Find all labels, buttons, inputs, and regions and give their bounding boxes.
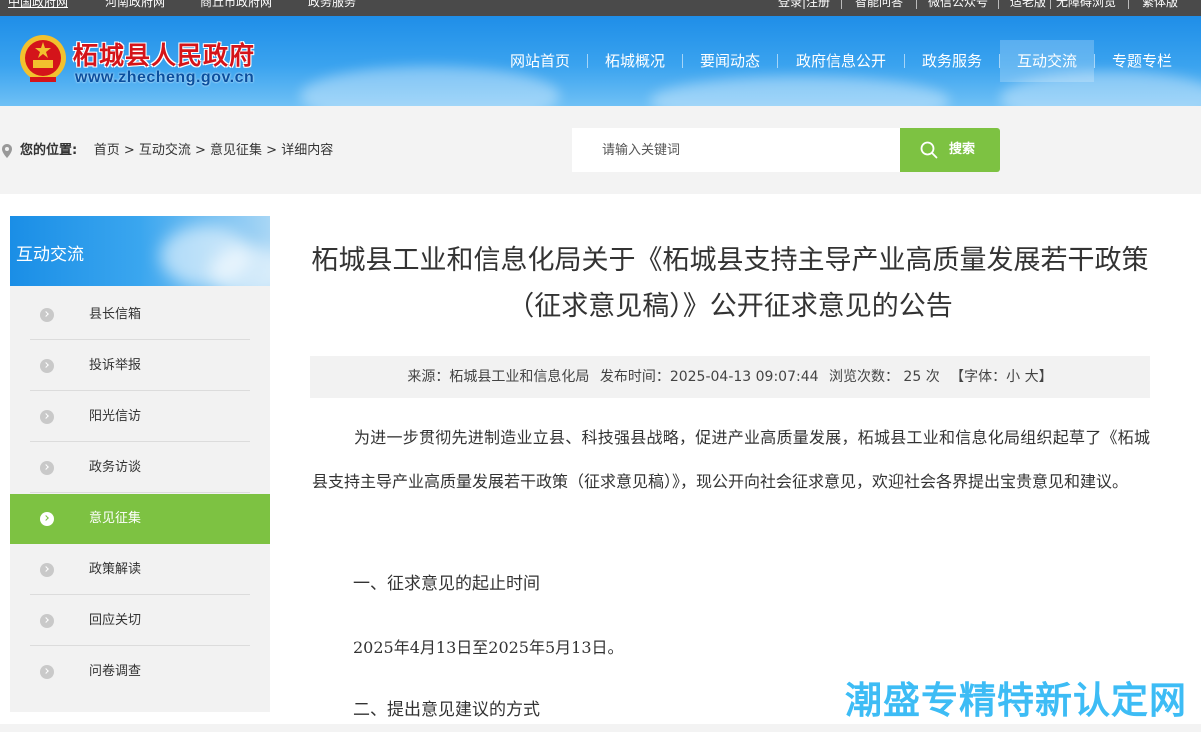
topbar-link-wechat[interactable]: 微信公众号 (928, 0, 988, 10)
site-name[interactable]: 柘城县人民政府 (73, 36, 255, 72)
topbar-divider (998, 0, 999, 9)
divider (30, 441, 250, 442)
nav-item-topics[interactable]: 专题专栏 (1102, 40, 1182, 82)
nav-divider (1094, 54, 1095, 68)
topbar-link-qa[interactable]: 智能问答 (855, 0, 903, 10)
article-section-heading: 二、提出意见建议的方式 (353, 700, 540, 720)
nav-divider (904, 54, 905, 68)
sidebar-item-response[interactable]: 回应关切 (10, 596, 270, 646)
breadcrumb-path[interactable]: 首页 > 互动交流 > 意见征集 > 详细内容 (94, 143, 333, 158)
chevron-right-icon (40, 308, 54, 322)
search-input[interactable] (572, 128, 900, 172)
divider (30, 339, 250, 340)
sidebar-item-opinion-collection[interactable]: 意见征集 (10, 494, 270, 544)
nav-divider (682, 54, 683, 68)
nav-divider (777, 54, 778, 68)
article-view-count: 浏览次数： 25 次 (828, 369, 940, 385)
sidebar-item-label: 意见征集 (89, 511, 142, 526)
nav-divider (587, 54, 588, 68)
sidebar-item-label: 阳光信访 (89, 409, 142, 424)
article-paragraph: 为进一步贯彻先进制造业立县、科技强县战略，促进产业高质量发展，柘城县工业和信息化… (312, 428, 1150, 491)
divider (30, 594, 250, 595)
location-pin-icon (2, 144, 12, 158)
sidebar-item-survey[interactable]: 问卷调查 (10, 647, 270, 697)
breadcrumb-bar: 您的位置: 首页 > 互动交流 > 意见征集 > 详细内容 搜索 (0, 106, 1201, 194)
topbar-link-accessible[interactable]: 无障碍浏览 (1056, 0, 1116, 10)
topbar-link-service[interactable]: 政务服务 (308, 0, 356, 10)
sidebar-item-label: 政务访谈 (89, 460, 142, 475)
sidebar-item-label: 县长信箱 (89, 307, 142, 322)
search-button-label: 搜索 (949, 142, 976, 157)
article-title: 柘城县工业和信息化局关于《柘城县支持主导产业高质量发展若干政策（征求意见稿）》公… (311, 245, 1149, 322)
chevron-right-icon (40, 359, 54, 373)
sidebar-item-label: 回应关切 (89, 613, 142, 628)
breadcrumb: 您的位置: 首页 > 互动交流 > 意见征集 > 详细内容 (20, 142, 333, 160)
topbar-divider (1128, 0, 1129, 9)
topbar-divider (841, 0, 842, 9)
nav-item-news[interactable]: 要闻动态 (690, 40, 770, 82)
divider (30, 492, 250, 493)
chevron-right-icon (40, 512, 54, 526)
sidebar-item-interview[interactable]: 政务访谈 (10, 443, 270, 493)
topbar-link-gov-cn[interactable]: 中国政府网 (8, 0, 68, 10)
sidebar-item-policy-interpretation[interactable]: 政策解读 (10, 545, 270, 595)
nav-item-overview[interactable]: 柘城概况 (595, 40, 675, 82)
sidebar-menu: 县长信箱 投诉举报 阳光信访 政务访谈 意见征集 政策解读 回应关切 问卷调查 (10, 286, 270, 712)
watermark: 潮盛专精特新认定网 (845, 679, 1187, 722)
topbar-link-elder[interactable]: 适老版 (1010, 0, 1046, 10)
sidebar-item-mayor-mailbox[interactable]: 县长信箱 (10, 290, 270, 340)
chevron-right-icon (40, 410, 54, 424)
article-publish-time: 发布时间：2025-04-13 09:07:44 (599, 369, 819, 385)
topbar-divider (916, 0, 917, 9)
sidebar-title: 互动交流 (16, 245, 84, 265)
nav-item-home[interactable]: 网站首页 (500, 40, 580, 82)
search-icon (920, 141, 938, 159)
sidebar-header: 互动交流 (10, 216, 270, 286)
main-content: 互动交流 县长信箱 投诉举报 阳光信访 政务访谈 意见征集 政策解读 回应关切 … (0, 194, 1201, 724)
nav-item-gov-service[interactable]: 政务服务 (912, 40, 992, 82)
font-size-toggle[interactable]: 【字体：小 大】 (950, 369, 1052, 385)
chevron-right-icon (40, 461, 54, 475)
topbar-divider (1050, 0, 1051, 9)
search-button[interactable]: 搜索 (900, 128, 1000, 172)
article-meta: 来源：柘城县工业和信息化局 发布时间：2025-04-13 09:07:44 浏… (310, 356, 1150, 398)
chevron-right-icon (40, 665, 54, 679)
site-url: www.zhecheng.gov.cn (75, 69, 255, 86)
article-paragraph: 2025年4月13日至2025年5月13日。 (353, 638, 624, 657)
sidebar-item-label: 问卷调查 (89, 664, 142, 679)
topbar-link-henan[interactable]: 河南政府网 (105, 0, 165, 10)
chevron-right-icon (40, 614, 54, 628)
national-emblem-icon (20, 35, 66, 82)
article-source: 来源：柘城县工业和信息化局 (407, 369, 590, 385)
divider (30, 390, 250, 391)
chevron-right-icon (40, 563, 54, 577)
sidebar-item-label: 政策解读 (89, 562, 142, 577)
topbar-link-login[interactable]: 登录|注册 (778, 0, 830, 10)
topbar-link-traditional[interactable]: 繁体版 (1142, 0, 1178, 10)
search-box (572, 128, 900, 172)
nav-item-interaction[interactable]: 互动交流 (1000, 40, 1094, 82)
topbar-link-shangqiu[interactable]: 商丘市政府网 (200, 0, 272, 10)
nav-item-info-disclosure[interactable]: 政府信息公开 (785, 40, 897, 82)
sidebar-item-petition[interactable]: 阳光信访 (10, 392, 270, 442)
top-bar: 中国政府网 河南政府网 商丘市政府网 政务服务 登录|注册 智能问答 微信公众号… (0, 0, 1201, 16)
article-section-heading: 一、征求意见的起止时间 (353, 574, 540, 594)
sidebar-item-label: 投诉举报 (89, 358, 142, 373)
divider (30, 645, 250, 646)
breadcrumb-label: 您的位置: (20, 143, 78, 158)
sidebar-item-complaint[interactable]: 投诉举报 (10, 341, 270, 391)
